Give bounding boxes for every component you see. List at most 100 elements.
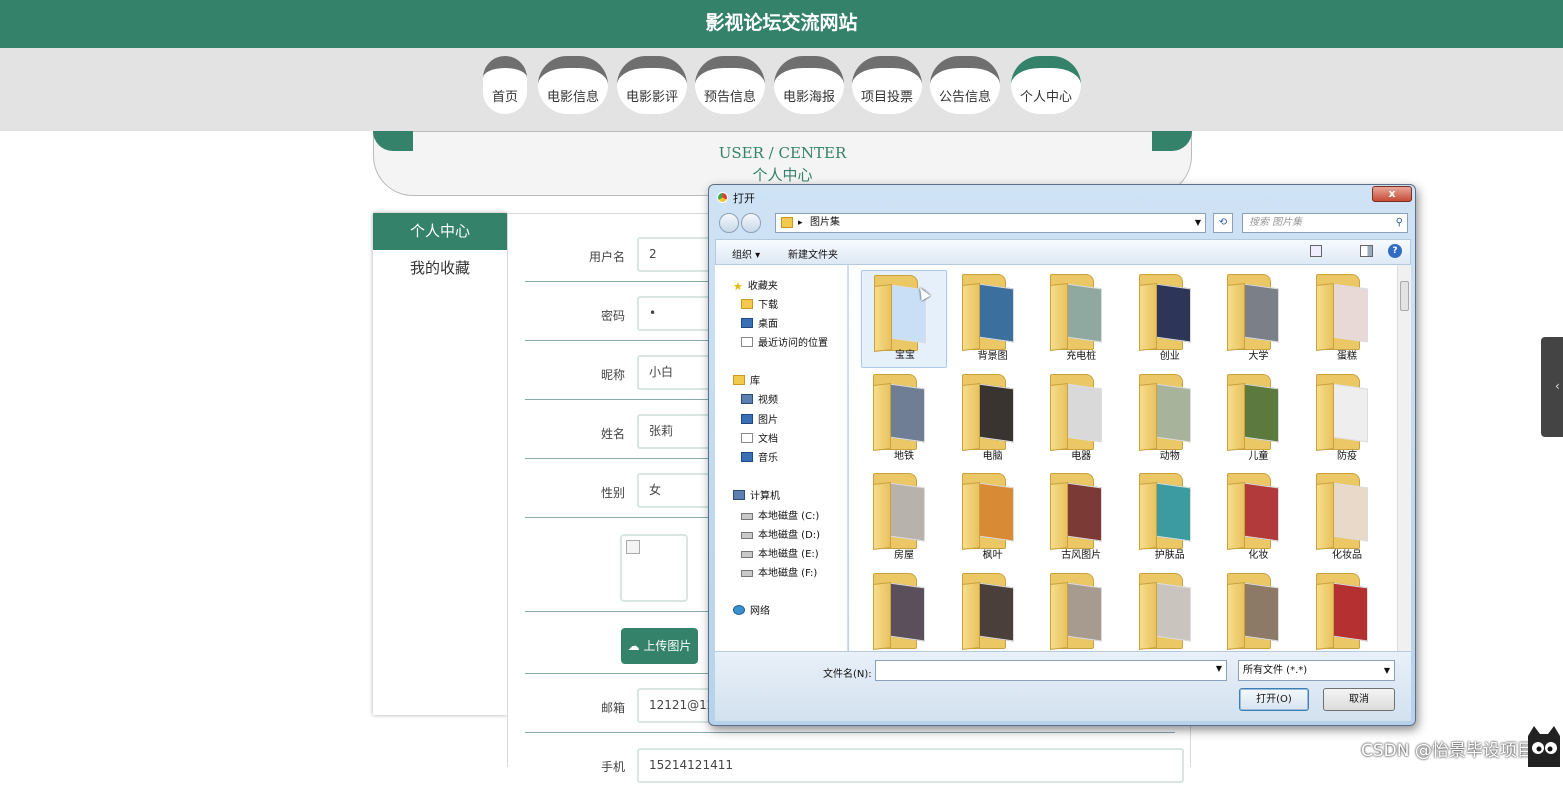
- dialog-close-button[interactable]: x: [1372, 186, 1412, 202]
- side-drawer-handle[interactable]: ‹: [1541, 337, 1563, 437]
- tree-item[interactable]: 视频: [741, 391, 778, 406]
- folder-tile[interactable]: 动物: [1127, 370, 1213, 468]
- tree-item[interactable]: 本地磁盘 (E:): [741, 545, 819, 560]
- refresh-icon[interactable]: ⟲: [1213, 213, 1233, 233]
- folder-name: 古风图片: [1061, 550, 1102, 561]
- site-title: 影视论坛交流网站: [0, 0, 1563, 48]
- search-icon[interactable]: ⚲: [1396, 214, 1403, 232]
- folder-icon: [873, 572, 935, 651]
- folder-tile[interactable]: 充电桩: [1038, 270, 1124, 368]
- folder-name: 创业: [1159, 351, 1180, 362]
- folder-icon: [1050, 473, 1112, 551]
- star-icon: ★: [733, 280, 743, 293]
- folder-tile[interactable]: 地铁: [861, 370, 947, 468]
- chevron-down-icon[interactable]: ▼: [1195, 214, 1201, 232]
- upload-image-button[interactable]: ☁ 上传图片: [621, 628, 698, 664]
- tree-item[interactable]: 桌面: [741, 315, 778, 330]
- folder-tile[interactable]: 化妆: [1215, 469, 1301, 567]
- folder-tile[interactable]: 房屋: [861, 469, 947, 567]
- forward-icon[interactable]: [741, 213, 761, 233]
- desktop-icon: [741, 318, 753, 328]
- recent-icon: [741, 337, 753, 347]
- folder-tile[interactable]: 儿童: [1215, 370, 1301, 468]
- preview-pane-icon[interactable]: [1360, 245, 1373, 257]
- folder-tile[interactable]: 大学: [1215, 270, 1301, 368]
- tree-item-label: 最近访问的位置: [758, 338, 828, 349]
- folder-icon: [1316, 473, 1378, 551]
- folder-name: 房屋: [894, 550, 914, 561]
- folder-tile[interactable]: 电脑: [950, 370, 1036, 468]
- filename-input[interactable]: ▼: [875, 660, 1227, 681]
- tree-item-label: 本地磁盘 (E:): [758, 549, 819, 560]
- tree-item-label: 收藏夹: [747, 281, 778, 292]
- folder-name: 宝宝: [895, 350, 915, 361]
- name-label: 姓名: [600, 427, 625, 441]
- tree-item[interactable]: 音乐: [741, 449, 778, 464]
- help-icon[interactable]: ?: [1388, 244, 1402, 258]
- folder-icon: [873, 473, 935, 551]
- tree-item[interactable]: 库: [733, 372, 760, 387]
- nav-item-trailer[interactable]: 预告信息: [695, 56, 765, 114]
- file-scrollbar[interactable]: [1397, 265, 1411, 651]
- tree-item[interactable]: 下载: [741, 296, 778, 311]
- sidebar-heading[interactable]: 个人中心: [373, 213, 507, 250]
- filetype-select[interactable]: 所有文件 (*.*) ▼: [1238, 660, 1395, 681]
- nav-item-movie-info[interactable]: 电影信息: [538, 56, 608, 114]
- nav-item-user-center[interactable]: 个人中心: [1011, 56, 1081, 114]
- view-options-icon[interactable]: [1310, 245, 1322, 257]
- folder-tile[interactable]: 背景图: [950, 270, 1036, 368]
- folder-tile[interactable]: 电器: [1038, 370, 1124, 468]
- tree-item[interactable]: 本地磁盘 (D:): [741, 526, 820, 541]
- folder-name: 背景图: [977, 351, 1008, 362]
- tree-item[interactable]: 最近访问的位置: [741, 334, 828, 349]
- chevron-down-icon: ▼: [1383, 666, 1390, 675]
- nav-item-home[interactable]: 首页: [483, 56, 527, 114]
- folder-tile[interactable]: 护肤品: [1127, 469, 1213, 567]
- filename-label: 文件名(N):: [823, 669, 872, 680]
- sidebar-item-favorites[interactable]: 我的收藏: [373, 250, 507, 286]
- nav-item-movie-review[interactable]: 电影影评: [617, 56, 687, 114]
- phone-input[interactable]: 15214121411: [637, 748, 1184, 783]
- filename-dropdown-icon[interactable]: ▼: [1216, 664, 1222, 673]
- open-button[interactable]: 打开(O): [1239, 688, 1309, 711]
- scrollbar-thumb[interactable]: [1400, 281, 1409, 311]
- sidebar: 个人中心 我的收藏: [373, 213, 507, 715]
- folder-icon: [961, 274, 1024, 352]
- nav-item-vote[interactable]: 项目投票: [852, 56, 922, 114]
- banner-title-en: USER / CENTER: [718, 144, 847, 162]
- folder-icon: [874, 275, 936, 353]
- search-input[interactable]: 搜索 图片集 ⚲: [1242, 213, 1408, 233]
- folder-tile[interactable]: 防疫: [1304, 370, 1390, 468]
- new-folder-button[interactable]: 新建文件夹: [788, 246, 838, 261]
- tree-item[interactable]: ★ 收藏夹: [733, 277, 778, 293]
- nav-tree: ★ 收藏夹下载桌面最近访问的位置库视频图片文档音乐计算机本地磁盘 (C:) 本地磁盘…: [715, 265, 848, 651]
- folder-tile[interactable]: 枫叶: [950, 469, 1036, 567]
- folder-icon: [1316, 572, 1378, 651]
- nav-item-notice[interactable]: 公告信息: [930, 56, 1000, 114]
- broken-image-icon: [626, 540, 640, 554]
- tree-item[interactable]: 网络: [733, 602, 770, 617]
- folder-tile[interactable]: 化妆品: [1304, 469, 1390, 567]
- tree-item[interactable]: 文档: [741, 430, 778, 445]
- folder-icon: [1316, 274, 1378, 352]
- folder-icon: [741, 299, 753, 309]
- cancel-button[interactable]: 取消: [1323, 688, 1395, 711]
- library-icon: [733, 375, 745, 385]
- folder-tile[interactable]: 古风图片: [1038, 469, 1124, 567]
- back-icon[interactable]: [719, 213, 739, 233]
- folder-name: 蛋糕: [1337, 351, 1357, 362]
- folder-name: 电器: [1071, 450, 1092, 462]
- tree-item[interactable]: 本地磁盘 (F:): [741, 564, 817, 579]
- tree-item[interactable]: 计算机: [733, 487, 780, 502]
- tree-item[interactable]: 本地磁盘 (C:): [741, 507, 819, 522]
- organize-menu[interactable]: 组织 ▾: [732, 246, 760, 261]
- tree-item[interactable]: 图片: [741, 411, 778, 426]
- folder-tile[interactable]: 宝宝: [861, 270, 947, 368]
- folder-tile[interactable]: 蛋糕: [1304, 270, 1390, 368]
- address-bar[interactable]: ▸ 图片集 ▼: [775, 213, 1206, 233]
- folder-icon: [1227, 274, 1289, 352]
- folder-icon: [1138, 572, 1201, 651]
- nav-item-poster[interactable]: 电影海报: [774, 56, 844, 114]
- folder-tile[interactable]: 创业: [1127, 270, 1213, 368]
- folder-icon: [961, 473, 1024, 551]
